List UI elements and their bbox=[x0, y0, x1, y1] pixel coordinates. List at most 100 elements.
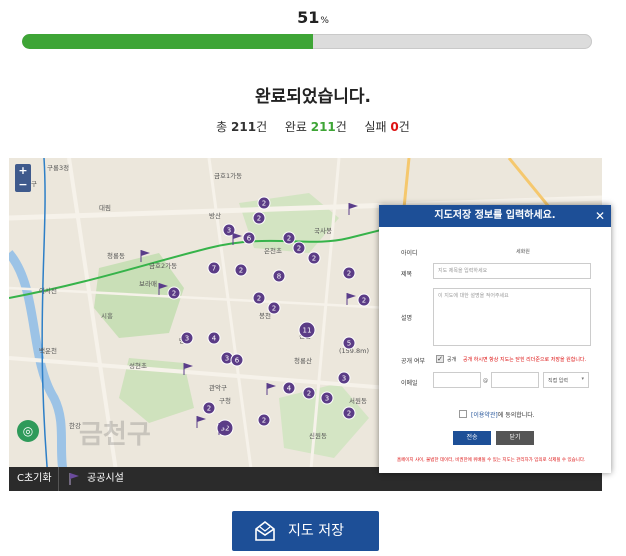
map-cluster-marker[interactable]: 2 bbox=[257, 413, 271, 427]
map-cluster-marker[interactable]: 3 bbox=[180, 331, 194, 345]
cluster-count: 4 bbox=[212, 335, 217, 343]
public-checkbox[interactable]: ✓ bbox=[436, 355, 444, 363]
reset-button[interactable]: C초기화 bbox=[9, 467, 59, 491]
cluster-count: 2 bbox=[312, 255, 316, 263]
cluster-count: 5 bbox=[347, 340, 351, 348]
cluster-count: 6 bbox=[247, 235, 252, 243]
map-cluster-marker[interactable]: 2 bbox=[252, 211, 266, 225]
legend-public-facilities: 공공시설 bbox=[87, 473, 124, 484]
flag-marker[interactable] bbox=[158, 283, 168, 295]
map-place-label: 신원동 bbox=[309, 431, 327, 440]
district-watermark: 금천구 bbox=[79, 420, 151, 450]
description-label: 설명 bbox=[401, 315, 413, 322]
chevron-down-icon: ▾ bbox=[581, 376, 584, 382]
map-cluster-marker[interactable]: 6 bbox=[230, 353, 244, 367]
email-id-input[interactable] bbox=[433, 372, 481, 388]
map-cluster-marker[interactable]: 2 bbox=[202, 401, 216, 415]
complete-value: 211 bbox=[310, 120, 336, 134]
cluster-count: 11 bbox=[303, 327, 312, 335]
cluster-count: 8 bbox=[277, 273, 281, 281]
cluster-count: 2 bbox=[347, 410, 351, 418]
map-place-label: 시흥 bbox=[101, 311, 113, 320]
progress-percent-value: 51 bbox=[297, 8, 320, 27]
flag-marker[interactable] bbox=[348, 203, 358, 215]
map-cluster-marker[interactable]: 2 bbox=[342, 266, 356, 280]
map-cluster-marker[interactable]: 2 bbox=[302, 386, 316, 400]
result-summary: 총 211건 완료 211건 실패 0건 bbox=[0, 118, 626, 135]
map-place-label: 서원동 bbox=[349, 396, 367, 405]
map-cluster-marker[interactable]: 8 bbox=[272, 269, 286, 283]
title-label: 제목 bbox=[401, 271, 413, 278]
map-cluster-marker[interactable]: 2 bbox=[257, 196, 271, 210]
cluster-count: 3 bbox=[227, 227, 231, 235]
email-label: 이메일 bbox=[401, 380, 418, 387]
flag-marker[interactable] bbox=[183, 363, 193, 375]
cluster-count: 2 bbox=[347, 270, 351, 278]
map-cluster-marker[interactable]: 2 bbox=[342, 406, 356, 420]
close-button[interactable]: 닫기 bbox=[496, 431, 534, 445]
map-cluster-marker[interactable]: 7 bbox=[207, 261, 221, 275]
public-label: 공개 여부 bbox=[401, 358, 425, 365]
locate-button[interactable]: ◎ bbox=[17, 420, 39, 442]
cluster-count: 2 bbox=[262, 200, 266, 208]
flag-cloth bbox=[267, 383, 276, 389]
email-domain-input[interactable] bbox=[491, 372, 539, 388]
map-cluster-marker[interactable]: 3 bbox=[320, 391, 334, 405]
map-cluster-marker[interactable]: 2 bbox=[252, 291, 266, 305]
save-map-label: 지도 저장 bbox=[288, 523, 344, 539]
map-cluster-marker[interactable]: 5 bbox=[342, 336, 356, 350]
map-place-label: 방산 bbox=[209, 211, 221, 220]
map-cluster-marker[interactable]: 2 bbox=[267, 301, 281, 315]
flag-marker[interactable] bbox=[196, 416, 206, 428]
map-cluster-marker[interactable]: 4 bbox=[207, 331, 221, 345]
cluster-count: 3 bbox=[342, 375, 346, 383]
cluster-count: 2 bbox=[362, 297, 366, 305]
cluster-count: 2 bbox=[207, 405, 211, 413]
complete-unit: 건 bbox=[335, 120, 347, 134]
cluster-count: 2 bbox=[307, 390, 311, 398]
cluster-count: 2 bbox=[287, 235, 291, 243]
map-place-label: 대림 bbox=[99, 204, 111, 212]
cluster-count: 2 bbox=[239, 267, 243, 275]
email-domain-select[interactable]: 직접 입력 ▾ bbox=[543, 372, 589, 388]
flag-cloth bbox=[197, 416, 206, 422]
map-place-label: 이사선 bbox=[39, 286, 57, 295]
map-cluster-marker[interactable]: 11 bbox=[298, 321, 316, 339]
zoom-out-button[interactable]: − bbox=[15, 178, 31, 192]
map-place-label: (159.8m) bbox=[339, 347, 369, 355]
map-cluster-marker[interactable]: 6 bbox=[242, 231, 256, 245]
flag-cloth bbox=[141, 250, 150, 256]
map-cluster-marker[interactable]: 2 bbox=[307, 251, 321, 265]
dialog-title: 지도저장 정보를 입력하세요. bbox=[434, 210, 556, 221]
total-value: 211 bbox=[231, 120, 257, 134]
flag-cloth bbox=[184, 363, 193, 369]
map-cluster-marker[interactable]: 2 bbox=[282, 231, 296, 245]
flag-marker[interactable] bbox=[266, 383, 276, 395]
progress-percent: 51% bbox=[0, 8, 626, 27]
map-cluster-marker[interactable]: 2 bbox=[357, 293, 371, 307]
map-cluster-marker[interactable]: 2 bbox=[292, 241, 306, 255]
title-input[interactable]: 지도 제목을 입력하세요 bbox=[433, 263, 591, 279]
envelope-icon bbox=[255, 520, 275, 541]
save-map-button[interactable]: 지도 저장 bbox=[232, 511, 379, 551]
fail-value: 0 bbox=[390, 120, 399, 134]
cluster-count: 2 bbox=[297, 245, 301, 253]
zoom-in-button[interactable]: + bbox=[15, 164, 31, 178]
send-button[interactable]: 전송 bbox=[453, 431, 491, 445]
map-cluster-marker[interactable]: 2 bbox=[167, 286, 181, 300]
flag-marker[interactable] bbox=[140, 250, 150, 262]
flag-marker[interactable] bbox=[346, 293, 356, 305]
flag-icon bbox=[69, 473, 79, 485]
map-cluster-marker[interactable]: 4 bbox=[282, 381, 296, 395]
cluster-count: 2 bbox=[172, 290, 176, 298]
fail-label: 실패 bbox=[364, 120, 387, 134]
map-cluster-marker[interactable]: 3 bbox=[337, 371, 351, 385]
map-cluster-marker[interactable]: 2 bbox=[234, 263, 248, 277]
description-textarea[interactable]: 이 지도에 대한 설명을 적어주세요 bbox=[433, 288, 591, 346]
map-place-label: 국사봉 bbox=[314, 226, 332, 235]
flag-marker[interactable] bbox=[232, 233, 242, 245]
agree-checkbox[interactable] bbox=[459, 410, 467, 418]
cluster-count: 2 bbox=[257, 295, 261, 303]
terms-link[interactable]: [이용약관] bbox=[471, 412, 498, 419]
close-icon[interactable]: ✕ bbox=[595, 205, 605, 227]
